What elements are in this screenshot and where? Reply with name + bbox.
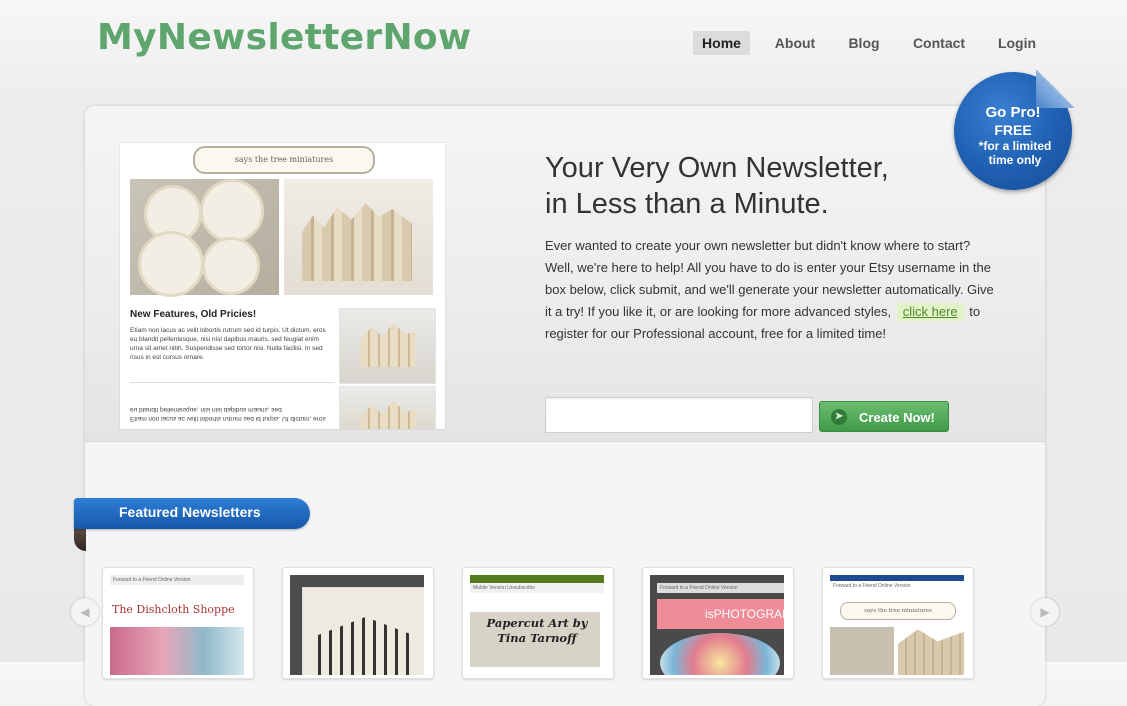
thumb-title: The Dishcloth Shoppe: [112, 603, 235, 616]
thumb-toolbar: Forward to a Friend Online Version: [830, 581, 964, 591]
thumb-toolbar: Mobile Version Unsubscribe: [470, 583, 604, 593]
thumb-photo: [898, 629, 964, 675]
thumb-photo: [830, 627, 894, 675]
headline-line-1: Your Very Own Newsletter,: [545, 152, 889, 184]
thumb-toolbar: Forward to a Friend Online Version: [110, 575, 244, 585]
register-link[interactable]: click here: [896, 303, 964, 321]
tab-fold: [74, 529, 86, 551]
preview-footer-text: Etiam non lacus ac velit lobortis rutrum…: [130, 406, 326, 422]
thumb-photo: [110, 627, 244, 675]
etsy-username-input[interactable]: [545, 397, 813, 433]
preview-heading: New Features, Old Pricies!: [130, 309, 257, 320]
newsletter-preview-image: says the tree miniatures New Features, O…: [120, 143, 445, 429]
preview-body-text: Etiam non lacus ac velit lobortis rutrum…: [130, 327, 326, 361]
thumb-header-bar: [470, 575, 604, 583]
featured-thumb[interactable]: Forward to a Friend Online Version isPHO…: [642, 567, 794, 679]
arrow-icon: ➤: [831, 409, 847, 425]
preview-side-photo: [339, 386, 436, 429]
nav-contact[interactable]: Contact: [908, 31, 970, 55]
hero-intro: Ever wanted to create your own newslette…: [545, 235, 995, 345]
hero-headline: Your Very Own Newsletter, in Less than a…: [545, 150, 965, 222]
preview-divider: [130, 382, 335, 383]
featured-thumb[interactable]: Forward to a Friend Online Version The D…: [102, 567, 254, 679]
nav-about[interactable]: About: [770, 31, 820, 55]
thumb-title: Papercut Art by Tina Tarnoff: [486, 616, 588, 645]
preview-photo-hoops: [130, 179, 279, 297]
featured-thumb[interactable]: Mobile Version Unsubscribe Papercut Art …: [462, 567, 614, 679]
featured-thumb[interactable]: [282, 567, 434, 679]
preview-photo-houses: [284, 179, 433, 295]
headline-line-2: in Less than a Minute.: [545, 188, 829, 220]
nav-blog[interactable]: Blog: [843, 31, 885, 55]
go-pro-badge[interactable]: Go Pro! FREE *for a limited time only: [954, 70, 1074, 190]
page-curl-icon: [1036, 70, 1074, 108]
nav-login[interactable]: Login: [993, 31, 1041, 55]
thumb-photo: [660, 633, 780, 675]
badge-note: *for a limited time only: [978, 139, 1052, 167]
featured-newsletters-heading: Featured Newsletters: [74, 498, 310, 529]
create-now-label: Create Now!: [859, 410, 935, 425]
featured-thumb[interactable]: Forward to a Friend Online Version says …: [822, 567, 974, 679]
badge-title: Go Pro!: [985, 104, 1041, 121]
preview-banner: says the tree miniatures: [193, 146, 375, 174]
thumb-title: isPHOTOGRAPH: [657, 599, 784, 629]
preview-side-photo: [339, 308, 436, 384]
badge-free: FREE: [994, 122, 1032, 138]
thumb-toolbar: Forward to a Friend Online Version: [657, 583, 784, 593]
main-nav: Home About Blog Contact Login: [0, 31, 1127, 55]
nav-home[interactable]: Home: [693, 31, 750, 55]
carousel-prev-arrow-icon[interactable]: ◀: [71, 598, 99, 626]
carousel-next-arrow-icon[interactable]: ▶: [1031, 598, 1059, 626]
thumb-title: says the tree miniatures: [840, 602, 956, 620]
create-now-button[interactable]: ➤ Create Now!: [819, 401, 949, 432]
